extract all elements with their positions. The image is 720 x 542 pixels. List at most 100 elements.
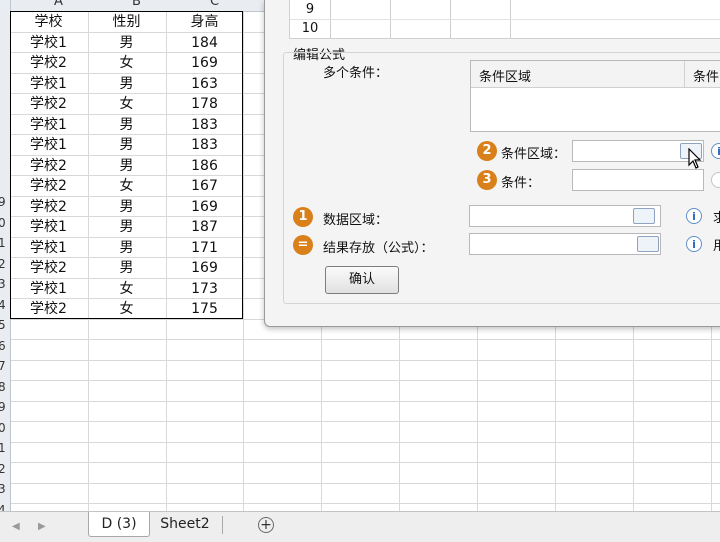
table-cell[interactable]: 学校1: [10, 74, 87, 94]
table-cell[interactable]: 男: [88, 258, 165, 278]
condition-list[interactable]: 条件区域 条件: [470, 60, 720, 132]
table-cell[interactable]: 186: [166, 156, 243, 176]
table-cell[interactable]: 学校2: [10, 176, 87, 196]
table-cell[interactable]: 学校1: [10, 33, 87, 53]
row-header[interactable]: 3: [0, 482, 10, 496]
table-cell[interactable]: 167: [166, 176, 243, 196]
table-cell[interactable]: 学校2: [10, 156, 87, 176]
grid-row-line: [0, 380, 720, 381]
sheet-tab-bar: ◀ ▶ D (3) Sheet2 +: [0, 511, 720, 542]
grid-row-line: [0, 339, 720, 340]
add-sheet-icon[interactable]: +: [258, 517, 274, 533]
row-header[interactable]: 2: [0, 257, 10, 271]
info-icon[interactable]: i: [711, 143, 720, 159]
tab-scroll-right-icon[interactable]: ▶: [38, 521, 46, 532]
tab-sheet2[interactable]: Sheet2: [152, 512, 218, 536]
table-cell[interactable]: 男: [88, 197, 165, 217]
grid-row-line: [0, 359, 720, 361]
table-cell[interactable]: 女: [88, 176, 165, 196]
table-cell[interactable]: 173: [166, 279, 243, 299]
multi-condition-dialog: 9 10 编辑公式 多个条件： 条件区域 条件 2 条件区域： i 3 条件： …: [264, 0, 720, 327]
table-cell[interactable]: 男: [88, 217, 165, 237]
grid-row-line: [0, 503, 720, 504]
table-cell[interactable]: 学校2: [10, 53, 87, 73]
row-header[interactable]: 9: [0, 195, 10, 209]
row-header[interactable]: 1: [0, 441, 10, 455]
row-header[interactable]: 0: [0, 421, 10, 435]
column-header-b[interactable]: B: [98, 0, 175, 9]
row-header[interactable]: 2: [0, 462, 10, 476]
header-cell[interactable]: 性别: [88, 12, 165, 32]
row-header[interactable]: 3: [0, 277, 10, 291]
table-cell[interactable]: 178: [166, 94, 243, 114]
condition-list-header: 条件区域 条件: [471, 61, 720, 88]
row-header[interactable]: 5: [0, 318, 10, 332]
table-cell[interactable]: 女: [88, 53, 165, 73]
condition-label: 条件：: [501, 176, 541, 191]
table-cell[interactable]: 男: [88, 74, 165, 94]
row-header[interactable]: 1: [0, 236, 10, 250]
table-cell[interactable]: 女: [88, 299, 165, 319]
row-header[interactable]: 4: [0, 298, 10, 312]
table-cell[interactable]: 183: [166, 115, 243, 135]
table-cell[interactable]: 女: [88, 94, 165, 114]
table-cell[interactable]: 169: [166, 53, 243, 73]
step-3-icon: 3: [477, 170, 497, 190]
table-cell[interactable]: 男: [88, 238, 165, 258]
range-picker-icon[interactable]: [637, 236, 659, 252]
table-cell[interactable]: 171: [166, 238, 243, 258]
table-cell[interactable]: 169: [166, 197, 243, 217]
table-cell[interactable]: 学校1: [10, 279, 87, 299]
row-header[interactable]: 8: [0, 380, 10, 394]
table-cell[interactable]: 学校1: [10, 115, 87, 135]
result-location-hint: 用: [713, 239, 720, 254]
confirm-button[interactable]: 确认: [325, 266, 399, 294]
info-icon[interactable]: [711, 172, 720, 188]
range-picker-icon[interactable]: [633, 208, 655, 224]
table-cell[interactable]: 184: [166, 33, 243, 53]
table-cell[interactable]: 学校2: [10, 258, 87, 278]
table-cell[interactable]: 男: [88, 135, 165, 155]
table-cell[interactable]: 男: [88, 33, 165, 53]
condition-input[interactable]: [572, 169, 704, 191]
grid-row-line: [0, 400, 720, 402]
table-cell[interactable]: 163: [166, 74, 243, 94]
table-cell[interactable]: 学校2: [10, 299, 87, 319]
table-cell[interactable]: 男: [88, 115, 165, 135]
column-header-c[interactable]: C: [176, 0, 253, 9]
info-icon[interactable]: i: [686, 208, 702, 224]
row-header[interactable]: 9: [0, 400, 10, 414]
grid-row-line: [0, 421, 720, 422]
table-cell[interactable]: 学校1: [10, 238, 87, 258]
table-cell[interactable]: 学校1: [10, 217, 87, 237]
list-header-range[interactable]: 条件区域: [479, 66, 531, 85]
result-location-input[interactable]: [469, 233, 661, 255]
table-cell[interactable]: 女: [88, 279, 165, 299]
table-cell[interactable]: 183: [166, 135, 243, 155]
tab-d3[interactable]: D (3): [88, 512, 150, 537]
row-header[interactable]: 0: [0, 216, 10, 230]
table-cell[interactable]: 男: [88, 156, 165, 176]
row-header[interactable]: 4: [0, 503, 10, 512]
table-cell[interactable]: 学校2: [10, 197, 87, 217]
column-header-a[interactable]: A: [20, 0, 97, 9]
data-range-label: 数据区域：: [323, 213, 389, 228]
table-cell[interactable]: 学校1: [10, 135, 87, 155]
grid-row-line: [0, 482, 720, 484]
preview-row-number: 10: [301, 21, 319, 36]
table-cell[interactable]: 187: [166, 217, 243, 237]
preview-row-number: 9: [305, 2, 315, 17]
tab-scroll-left-icon[interactable]: ◀: [12, 521, 20, 532]
data-range-hint: 求: [713, 211, 720, 226]
row-header[interactable]: 7: [0, 359, 10, 373]
step-2-icon: 2: [477, 141, 497, 161]
table-cell[interactable]: 169: [166, 258, 243, 278]
row-header[interactable]: 6: [0, 339, 10, 353]
table-cell[interactable]: 175: [166, 299, 243, 319]
info-icon[interactable]: i: [686, 236, 702, 252]
list-header-condition[interactable]: 条件: [693, 66, 719, 85]
header-cell[interactable]: 身高: [166, 12, 243, 32]
step-1-icon: 1: [293, 207, 313, 227]
header-cell[interactable]: 学校: [10, 12, 87, 32]
table-cell[interactable]: 学校2: [10, 94, 87, 114]
